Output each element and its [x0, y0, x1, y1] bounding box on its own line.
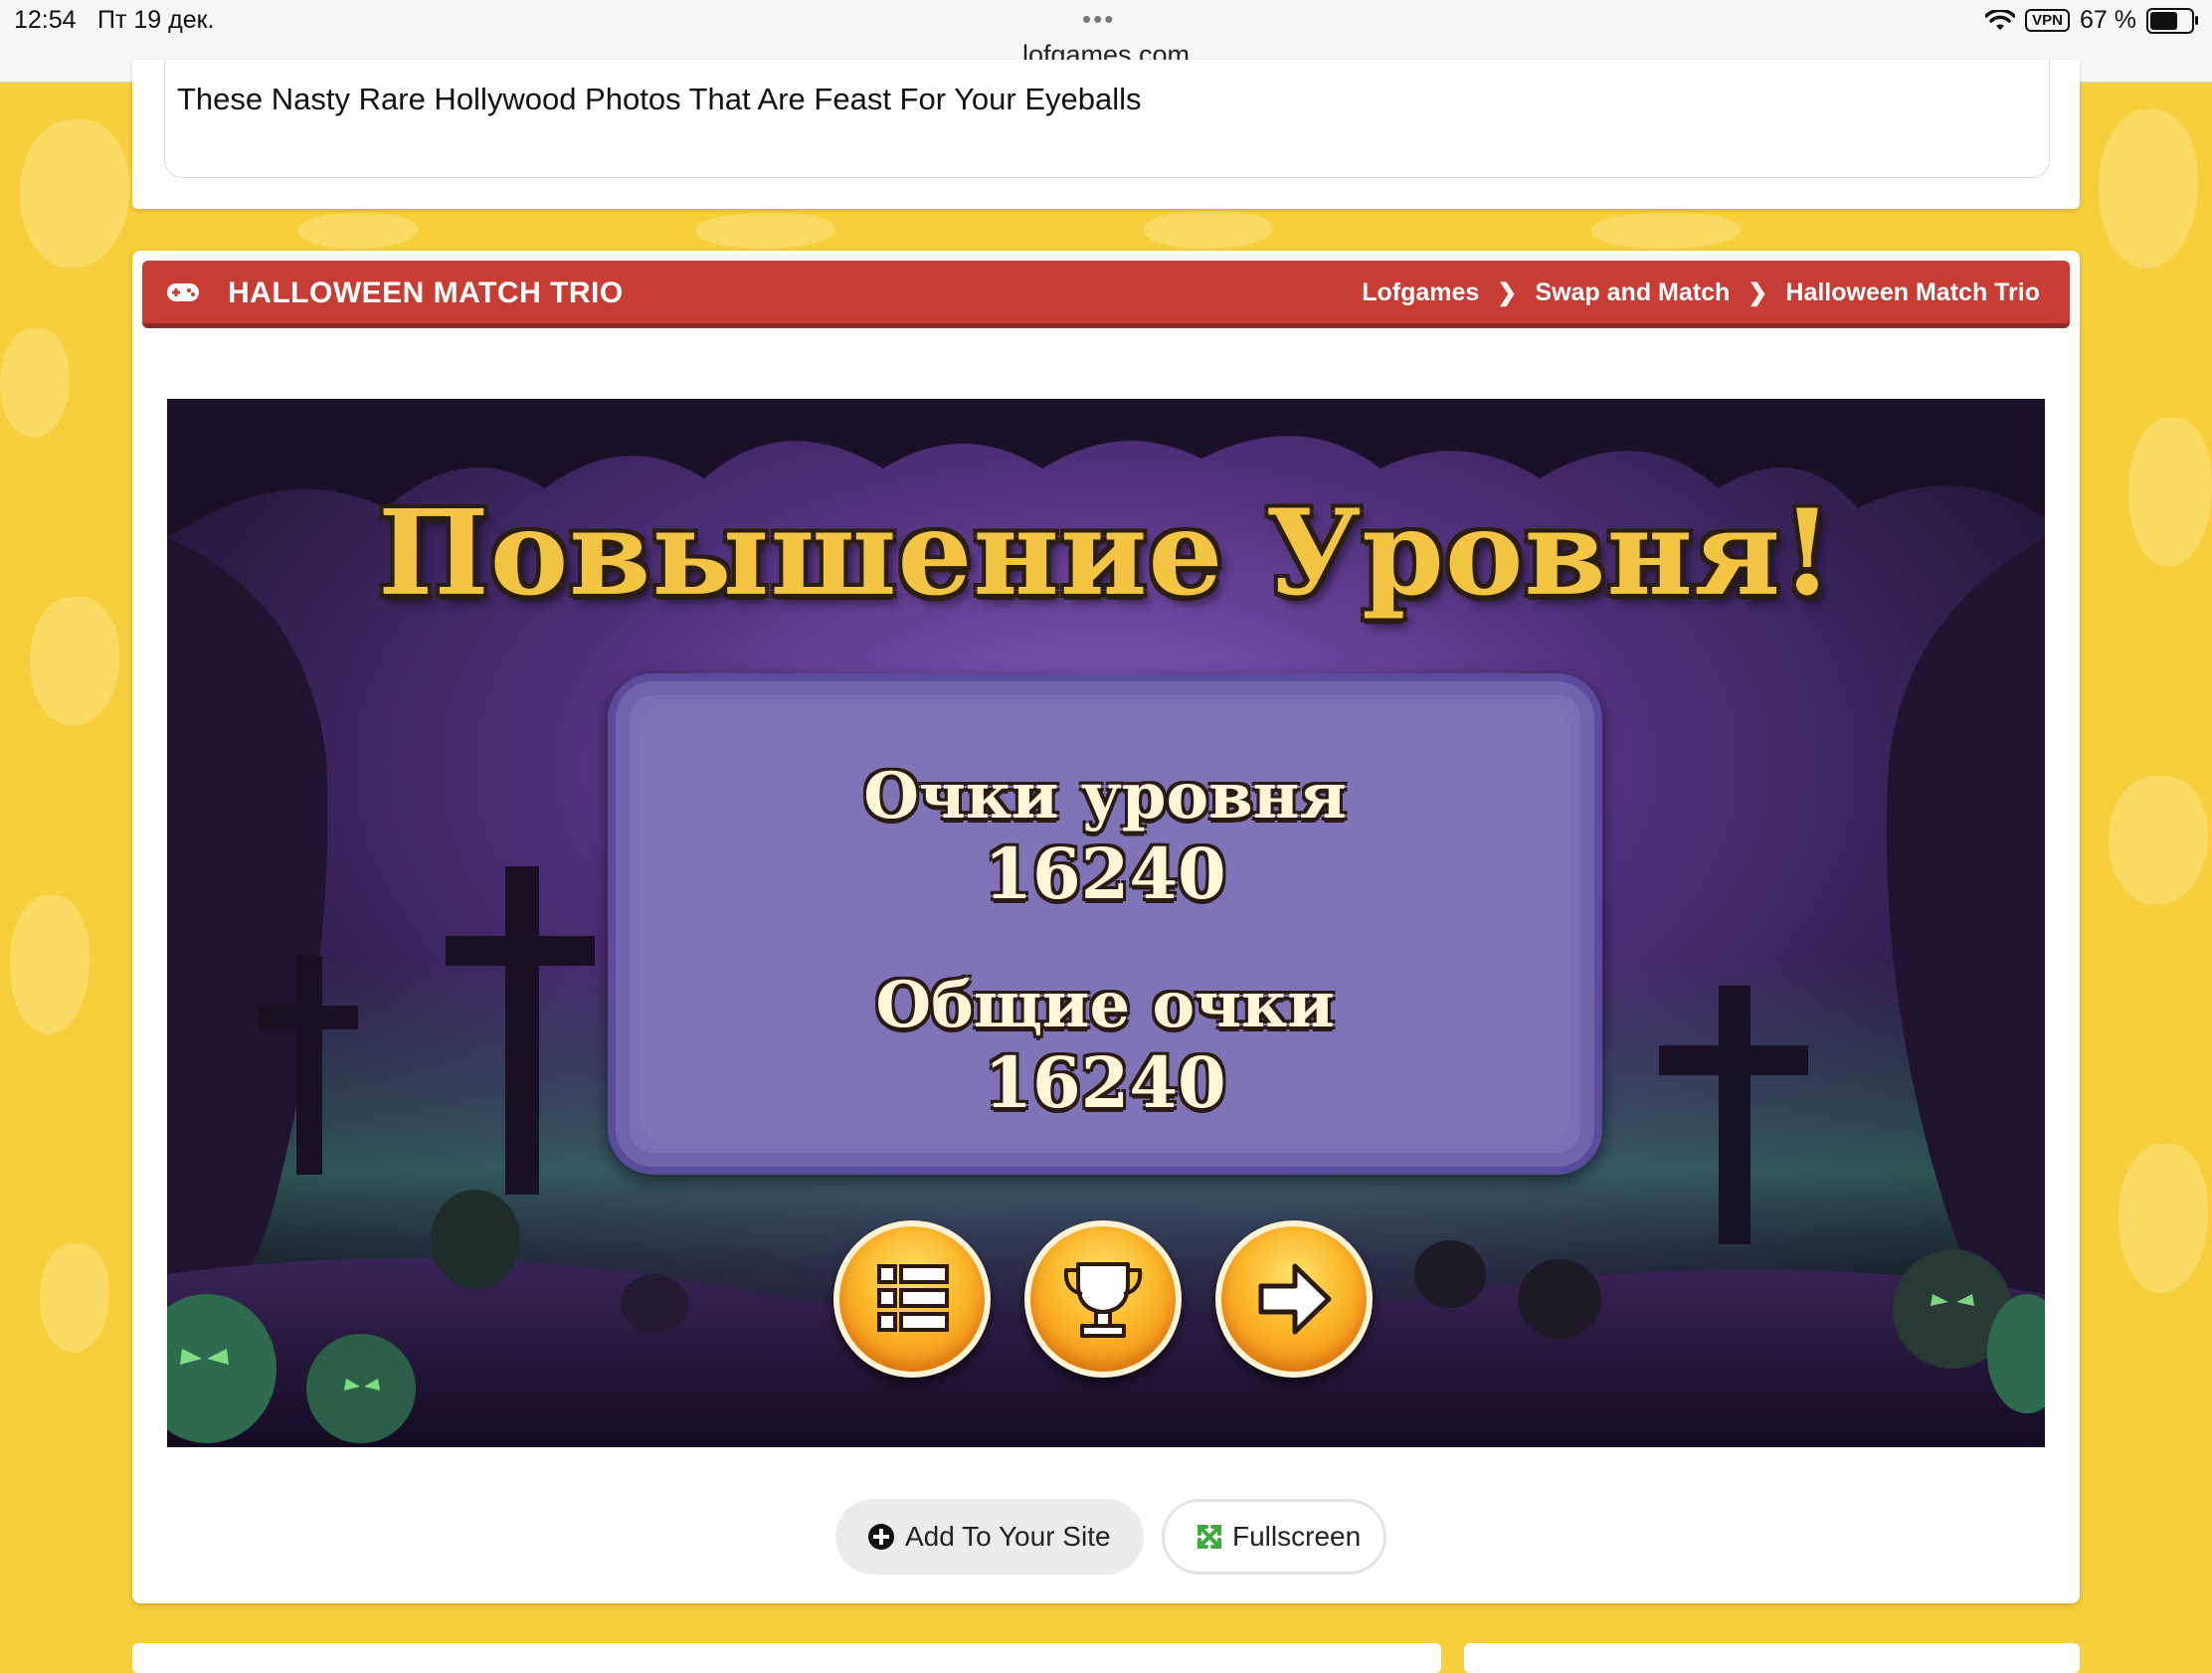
breadcrumb-current-game[interactable]: Halloween Match Trio	[1785, 279, 2040, 307]
status-date: Пт 19 дек.	[97, 6, 215, 34]
level-menu-button[interactable]	[833, 1220, 991, 1378]
level-up-heading: Повышение Уровня!	[378, 483, 1834, 622]
tab-menu-dots[interactable]: •••	[1082, 4, 1115, 35]
level-score-value: 16240	[984, 833, 1226, 915]
breadcrumb-swap-and-match[interactable]: Swap and Match	[1535, 279, 1730, 307]
breadcrumb: Lofgames ❯ Swap and Match ❯ Halloween Ma…	[1362, 279, 2040, 307]
breadcrumb-lofgames[interactable]: Lofgames	[1362, 279, 1479, 307]
bottom-card-right	[1464, 1643, 2080, 1673]
chevron-right-icon: ❯	[1497, 279, 1518, 306]
status-time: 12:54	[14, 6, 77, 34]
battery-icon	[2146, 7, 2198, 34]
add-to-site-label: Add To Your Site	[905, 1521, 1111, 1552]
chevron-right-icon: ❯	[1748, 279, 1768, 306]
ad-card: These Nasty Rare Hollywood Photos That A…	[132, 60, 2080, 209]
arrow-right-icon	[1258, 1263, 1332, 1335]
status-indicators: VPN 67 %	[1985, 6, 2198, 35]
list-menu-icon	[877, 1264, 949, 1332]
gamepad-icon	[167, 283, 199, 301]
ad-box[interactable]: These Nasty Rare Hollywood Photos That A…	[164, 60, 2050, 178]
add-to-site-button[interactable]: Add To Your Site	[835, 1499, 1144, 1575]
plus-circle-icon	[868, 1524, 894, 1550]
expand-icon	[1198, 1525, 1221, 1549]
total-score-value: 16240	[984, 1041, 1226, 1124]
game-title: HALLOWEEN MATCH TRIO	[228, 277, 624, 309]
bottom-card-left	[132, 1643, 1441, 1673]
battery-percent: 67 %	[2080, 6, 2136, 34]
fullscreen-label: Fullscreen	[1232, 1521, 1362, 1552]
total-score-label: Общие очки	[875, 968, 1335, 1042]
leaderboard-button[interactable]	[1024, 1220, 1182, 1378]
game-canvas[interactable]: Повышение Уровня! Очки уровня 16240 Общи…	[167, 399, 2045, 1447]
game-title-bar: HALLOWEEN MATCH TRIO Lofgames ❯ Swap and…	[142, 261, 2070, 328]
wifi-icon	[1985, 9, 2016, 30]
vpn-badge: VPN	[2025, 9, 2071, 32]
ad-headline[interactable]: These Nasty Rare Hollywood Photos That A…	[177, 82, 1142, 117]
next-level-button[interactable]	[1215, 1220, 1373, 1378]
trophy-icon	[1063, 1262, 1143, 1338]
fullscreen-button[interactable]: Fullscreen	[1162, 1499, 1386, 1575]
score-panel: Очки уровня 16240 Общие очки 16240	[608, 673, 1602, 1175]
level-score-label: Очки уровня	[863, 759, 1347, 834]
